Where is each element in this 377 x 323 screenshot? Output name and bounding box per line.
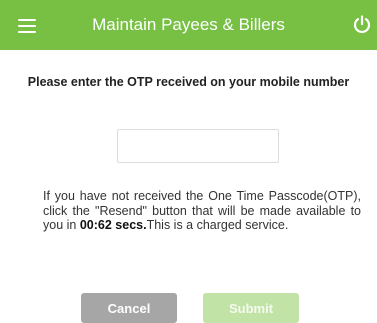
page-title: Maintain Payees & Billers bbox=[92, 15, 285, 34]
otp-prompt: Please enter the OTP received on your mo… bbox=[27, 75, 350, 89]
otp-timer: 00:62 secs. bbox=[79, 218, 147, 232]
app-header: Maintain Payees & Billers bbox=[0, 0, 377, 50]
otp-input[interactable] bbox=[117, 129, 279, 163]
submit-button[interactable]: Submit bbox=[203, 293, 299, 323]
cancel-button[interactable]: Cancel bbox=[81, 293, 177, 323]
resend-info-text: If you have not received the One Time Pa… bbox=[43, 189, 361, 233]
info-text-after: This is a charged service. bbox=[146, 218, 289, 232]
power-icon[interactable] bbox=[352, 15, 372, 35]
